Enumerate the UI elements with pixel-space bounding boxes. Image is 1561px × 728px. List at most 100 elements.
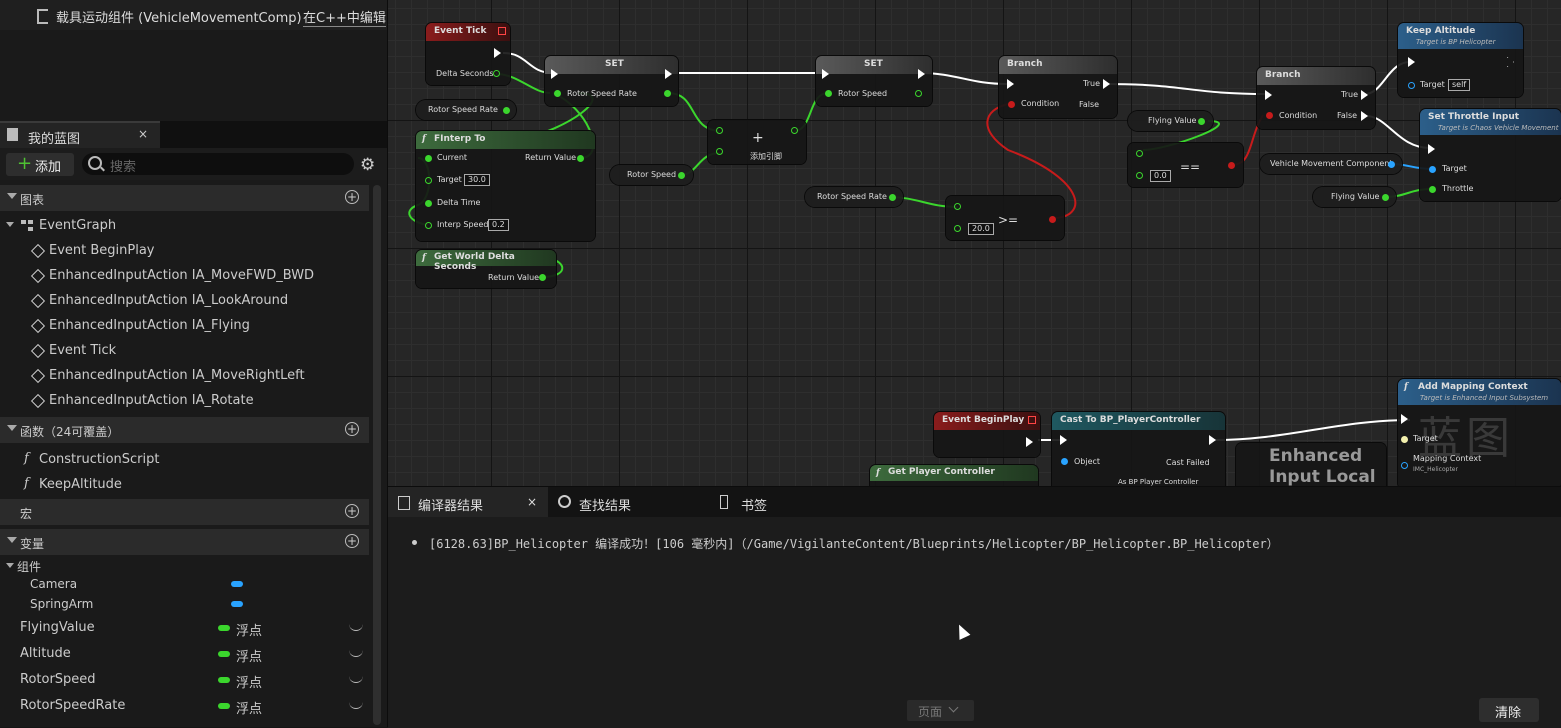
float-pin[interactable] [791,127,798,134]
function-item[interactable]: f ConstructionScript [0,447,369,472]
float-pin[interactable] [664,90,671,97]
event-item[interactable]: EnhancedInputAction IA_LookAround [0,288,369,313]
node-equal[interactable]: 0.0 == [1128,143,1243,187]
section-variables[interactable]: 变量 + [0,529,369,555]
bool-pin[interactable] [1049,216,1056,223]
getter-flying-value[interactable]: Flying Value [1313,187,1396,207]
getter-rotor-speed-rate[interactable]: Rotor Speed Rate [416,100,516,120]
clear-button[interactable]: 清除 [1479,698,1539,722]
node-set-rotor-speed-rate[interactable]: SET Rotor Speed Rate [545,56,678,106]
getter-vehicle-movement-component[interactable]: Vehicle Movement Component [1260,154,1402,174]
getter-flying-value[interactable]: Flying Value [1128,111,1213,131]
node-greater-equal[interactable]: 20.0 >= [946,196,1064,240]
object-pin[interactable] [1061,458,1068,465]
add-function-icon[interactable]: + [345,422,359,436]
float-pin[interactable] [825,90,832,97]
interp-speed-value[interactable]: 0.2 [488,219,509,231]
exec-pin[interactable] [1060,435,1067,445]
object-pin[interactable] [1429,166,1436,173]
add-button[interactable]: + 添加 [6,153,74,176]
variable-item[interactable]: Altitude 浮点 [0,641,369,667]
float-pin[interactable] [889,194,896,201]
event-item[interactable]: Event Tick [0,338,369,363]
exec-pin[interactable] [918,69,925,79]
exec-pin[interactable] [551,69,558,79]
add-macro-icon[interactable]: + [345,504,359,518]
event-item[interactable]: EnhancedInputAction IA_MoveFWD_BWD [0,263,369,288]
bool-pin[interactable] [1008,101,1015,108]
getter-rotor-speed-rate[interactable]: Rotor Speed Rate [805,187,903,207]
section-graphs[interactable]: 图表 + [0,185,369,211]
float-pin[interactable] [1429,186,1436,193]
edit-in-cpp-link[interactable]: 在C++中编辑 [303,7,386,27]
variable-item[interactable]: RotorSpeedRate 浮点 [0,693,369,719]
exec-pin[interactable] [1265,90,1272,100]
float-pin[interactable] [1198,118,1205,125]
exec-pin[interactable] [1408,57,1415,67]
component-item[interactable]: Camera [0,575,369,595]
node-keep-altitude[interactable]: Keep Altitude Target is BP Helicopter Tar… [1398,23,1523,97]
target-value[interactable]: 30.0 [464,174,490,186]
section-functions[interactable]: 函数（24可覆盖） + [0,417,369,443]
exec-pin[interactable] [1209,435,1216,445]
variable-item[interactable]: RotorSpeed 浮点 [0,667,369,693]
exec-pin[interactable] [1361,111,1368,121]
float-pin[interactable] [1136,172,1143,179]
eye-closed-icon[interactable] [349,674,363,683]
event-item[interactable]: EnhancedInputAction IA_Flying [0,313,369,338]
exec-pin[interactable] [665,69,672,79]
float-pin[interactable] [716,127,723,134]
node-finterp-to[interactable]: f FInterp To Current Return Value Target … [416,131,595,241]
float-pin[interactable] [554,90,561,97]
exec-pin[interactable] [822,69,829,79]
exec-pin[interactable] [494,48,501,58]
node-enhanced-input-local[interactable]: Enhanced Input Local [1236,443,1386,486]
exec-pin[interactable] [1007,79,1014,89]
float-pin[interactable] [425,200,432,207]
exec-pin[interactable] [1361,90,1368,100]
my-blueprint-tab[interactable]: 我的蓝图 × [0,121,160,150]
add-graph-icon[interactable]: + [345,190,359,204]
tab-find-results[interactable]: 查找结果 [551,487,711,517]
node-set-throttle-input[interactable]: Set Throttle Input Target is Chaos Vehicl… [1420,109,1561,201]
compare-value[interactable]: 0.0 [1150,170,1171,182]
node-get-player-controller[interactable]: f Get Player Controller [870,465,1038,486]
float-pin[interactable] [954,203,961,210]
component-item[interactable]: SpringArm [0,595,369,615]
event-item[interactable]: Event BeginPlay [0,238,369,263]
gear-icon[interactable]: ⚙ [360,155,375,175]
float-pin[interactable] [539,274,546,281]
page-dropdown[interactable]: 页面 [907,700,974,721]
bool-pin[interactable] [1228,162,1235,169]
eye-closed-icon[interactable] [349,700,363,709]
float-pin[interactable] [425,155,432,162]
float-pin[interactable] [577,155,584,162]
float-pin[interactable] [425,177,432,184]
exec-pin-out[interactable] [1507,57,1514,67]
compare-value[interactable]: 20.0 [968,223,994,235]
components-group[interactable]: 组件 [0,556,369,576]
event-item[interactable]: EnhancedInputAction IA_Rotate [0,388,369,413]
getter-rotor-speed[interactable]: Rotor Speed [610,165,693,185]
object-pin[interactable] [1408,82,1415,89]
float-pin[interactable] [954,225,961,232]
add-pin-label[interactable]: 添加引脚 [750,151,782,162]
close-icon[interactable]: × [138,127,148,141]
node-add[interactable]: + 添加引脚 [708,120,806,164]
tree-item-eventgraph[interactable]: EventGraph [0,213,369,238]
node-event-tick[interactable]: Event Tick Delta Seconds [426,23,510,85]
float-pin[interactable] [915,90,922,97]
node-branch-1[interactable]: Branch True Condition False [999,56,1117,118]
eye-closed-icon[interactable] [349,648,363,657]
scrollbar[interactable] [373,185,381,725]
float-pin[interactable] [503,107,510,114]
float-pin[interactable] [716,148,723,155]
object-pin[interactable] [1401,462,1408,469]
node-get-world-delta-seconds[interactable]: f Get World Delta Seconds Return Value [416,250,556,288]
float-pin[interactable] [1136,150,1143,157]
variable-item[interactable]: FlyingValue 浮点 [0,615,369,641]
section-macros[interactable]: 宏 + [0,499,369,525]
close-icon[interactable]: × [527,495,537,509]
object-pin[interactable] [1388,161,1395,168]
exec-pin[interactable] [1401,414,1408,424]
